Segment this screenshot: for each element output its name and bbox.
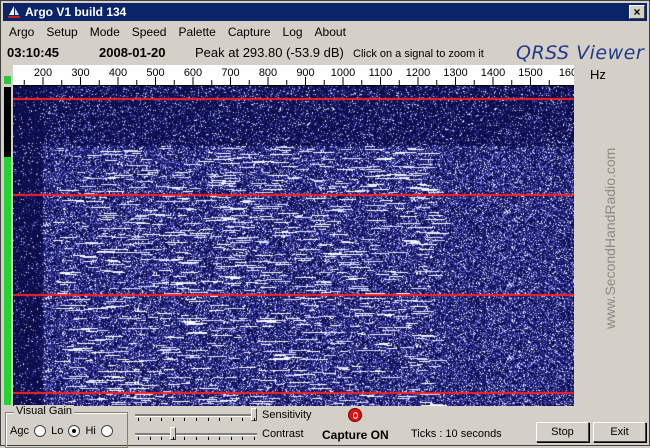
capture-status: Capture ON	[322, 428, 389, 442]
exit-button[interactable]: Exit	[593, 422, 646, 442]
sensitivity-label: Sensitivity	[262, 409, 312, 421]
ruler-label: 1100	[369, 67, 393, 79]
slider-tick	[161, 418, 163, 421]
slider-tick	[138, 437, 139, 440]
ruler-label: 1400	[481, 67, 505, 79]
sensitivity-track	[135, 414, 257, 417]
ruler-label: 500	[146, 67, 164, 79]
slider-tick	[138, 418, 139, 421]
hi-label: Hi	[85, 425, 96, 437]
capture-status-icon	[348, 408, 362, 422]
ruler-label: 1200	[406, 67, 430, 79]
zoom-hint: Click on a signal to zoom it	[353, 48, 484, 60]
ruler-label: 1500	[518, 67, 542, 79]
ruler-label: 200	[34, 67, 52, 79]
frequency-ruler-scale: 200 300 400 500 600 700 800 900 1000 1100 1200 1300…	[23, 67, 574, 85]
hi-radio[interactable]	[100, 425, 113, 438]
sailboat-icon	[8, 6, 20, 18]
menu-palette[interactable]: Palette	[172, 23, 221, 39]
visual-gain-label: Visual Gain	[14, 405, 75, 417]
slider-tick	[230, 437, 232, 440]
slider-tick	[254, 418, 255, 421]
slider-tick	[172, 437, 174, 440]
ruler-label: 600	[184, 67, 202, 79]
menu-setup[interactable]: Setup	[40, 23, 83, 39]
clock-time: 03:10:45	[7, 45, 60, 60]
ticks-label: Ticks : 10 seconds	[411, 428, 502, 440]
contrast-label: Contrast	[262, 428, 304, 440]
slider-tick	[184, 418, 186, 421]
frequency-ruler[interactable]: 200 300 400 500 600 700 800 900 1000 1100 1200 1300…	[13, 65, 574, 86]
slider-tick	[219, 437, 221, 440]
lo-radio[interactable]	[68, 425, 81, 438]
menu-capture[interactable]: Capture	[222, 23, 277, 39]
app-brand: QRSS Viewer	[516, 42, 645, 64]
menu-log[interactable]: Log	[277, 23, 309, 39]
visual-gain-group: Visual Gain Agc Lo Hi	[5, 405, 128, 448]
menu-argo[interactable]: Argo	[3, 23, 40, 39]
close-button[interactable]: ×	[629, 5, 645, 19]
contrast-slider[interactable]	[135, 427, 257, 441]
frequency-unit: Hz	[590, 67, 606, 82]
current-date: 2008-01-20	[99, 45, 166, 60]
title-bar: Argo V1 build 134 ×	[3, 3, 647, 21]
slider-tick	[149, 437, 151, 440]
ruler-label: 1000	[331, 67, 355, 79]
slider-tick	[149, 418, 151, 421]
control-panel: Visual Gain Agc Lo Hi Sensitivity Contra…	[1, 405, 649, 448]
app-window: Argo V1 build 134 × Argo Setup Mode Speed Pa…	[0, 0, 650, 448]
slider-tick	[207, 418, 209, 421]
ruler-label: 1300	[443, 67, 467, 79]
slider-tick	[161, 437, 163, 440]
gain-radio-row: Agc Lo Hi	[10, 425, 115, 438]
slider-tick	[254, 437, 255, 440]
sensitivity-slider[interactable]	[135, 408, 257, 422]
slider-tick	[196, 437, 197, 440]
slider-tick	[184, 437, 186, 440]
agc-label: Agc	[10, 425, 29, 437]
slider-tick	[230, 418, 232, 421]
ruler-label: 300	[71, 67, 89, 79]
spectrogram-canvas[interactable]	[13, 86, 574, 406]
ruler-label: 400	[109, 67, 127, 79]
ruler-label: 900	[296, 67, 314, 79]
window-title: Argo V1 build 134	[25, 5, 127, 19]
menu-about[interactable]: About	[309, 23, 352, 39]
ruler-label: 700	[221, 67, 239, 79]
agc-radio[interactable]	[34, 425, 47, 438]
stop-button[interactable]: Stop	[536, 422, 589, 442]
spectrogram-display[interactable]	[13, 86, 574, 406]
ruler-label: 800	[259, 67, 277, 79]
slider-tick	[242, 437, 244, 440]
menu-mode[interactable]: Mode	[84, 23, 126, 39]
signal-level-meter	[4, 87, 11, 405]
contrast-track	[135, 433, 257, 436]
slider-tick	[207, 437, 209, 440]
info-bar: 03:10:45 2008-01-20 Peak at 293.80 (-53.…	[1, 42, 649, 64]
watermark-text: www.SecondHandRadio.com	[602, 148, 618, 330]
menu-bar: Argo Setup Mode Speed Palette Capture Log About	[3, 23, 352, 41]
slider-tick	[172, 418, 174, 421]
slider-tick	[196, 418, 197, 421]
level-indicator	[4, 76, 11, 84]
signal-level-fill	[4, 156, 11, 405]
slider-tick	[219, 418, 221, 421]
slider-tick	[242, 418, 244, 421]
lo-label: Lo	[51, 425, 64, 437]
ruler-label: 160	[559, 67, 574, 79]
peak-readout: Peak at 293.80 (-53.9 dB)	[195, 45, 344, 60]
watermark-label: www.SecondHandRadio.com	[602, 148, 618, 330]
menu-speed[interactable]: Speed	[126, 23, 173, 39]
